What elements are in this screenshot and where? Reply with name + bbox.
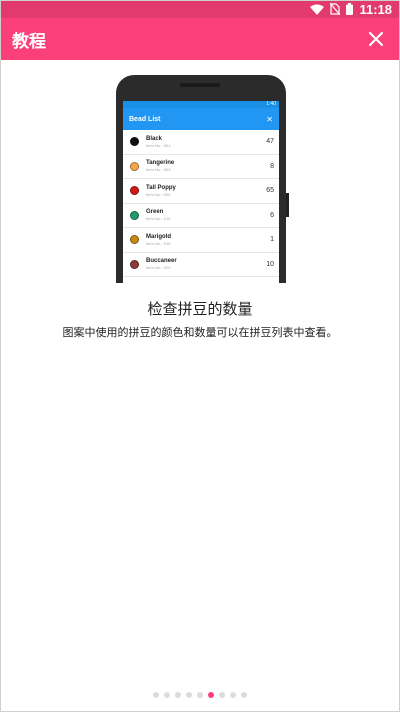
bead-row: Black Item No.: S01 47 bbox=[123, 130, 279, 155]
tutorial-subtitle: 图案中使用的拼豆的颜色和数量可以在拼豆列表中查看。 bbox=[62, 326, 338, 339]
status-time: 11:18 bbox=[359, 1, 392, 17]
bead-text: Tall Poppy Item No.: S05 bbox=[146, 184, 266, 198]
bead-color-swatch bbox=[130, 186, 139, 196]
bead-color-swatch bbox=[130, 137, 139, 147]
bead-color-swatch bbox=[130, 161, 139, 171]
bead-count: 47 bbox=[266, 138, 274, 146]
bead-item-number: Item No.: S16 bbox=[146, 216, 171, 222]
phone-mockup: 1:40 Bead List ✕ Black Item No.: S01 47 Tan… bbox=[116, 75, 289, 283]
bead-count: 10 bbox=[266, 260, 274, 268]
tutorial-heading: 检查拼豆的数量 bbox=[147, 300, 253, 318]
bead-item-number: Item No.: S05 bbox=[146, 191, 171, 197]
bead-text: Buccaneer Item No.: S20 bbox=[146, 257, 266, 271]
status-bar: 11:18 bbox=[0, 0, 400, 18]
page-indicator bbox=[0, 692, 400, 698]
phone-screen: 1:40 Bead List ✕ Black Item No.: S01 47 Tan… bbox=[123, 101, 279, 283]
bead-text: Tangerine Item No.: S03 bbox=[146, 159, 270, 173]
bead-row: Green Item No.: S16 6 bbox=[123, 204, 279, 228]
bead-text: Black Item No.: S01 bbox=[146, 135, 266, 149]
page-dot[interactable] bbox=[219, 692, 225, 698]
no-sim-icon bbox=[330, 3, 341, 15]
mockup-status-bar: 1:40 bbox=[123, 101, 279, 108]
bead-item-number: Item No.: S03 bbox=[146, 167, 171, 173]
bead-item-number: Item No.: S18 bbox=[146, 240, 171, 246]
bead-row: Tall Poppy Item No.: S05 65 bbox=[123, 179, 279, 204]
bead-color-swatch bbox=[130, 235, 139, 245]
page-title: 教程 bbox=[12, 31, 46, 52]
bead-count: 6 bbox=[270, 211, 274, 219]
wifi-icon bbox=[310, 4, 325, 15]
page-dot[interactable] bbox=[175, 692, 181, 698]
bead-list: Black Item No.: S01 47 Tangerine Item No.: S… bbox=[123, 130, 279, 277]
page-dot[interactable] bbox=[241, 692, 247, 698]
mockup-close-icon: ✕ bbox=[266, 114, 273, 124]
bead-name: Tangerine bbox=[146, 160, 175, 167]
mockup-app-bar: Bead List ✕ bbox=[123, 108, 279, 130]
bead-name: Green bbox=[146, 209, 164, 216]
bead-text: Marigold Item No.: S18 bbox=[146, 233, 270, 247]
phone-side-button bbox=[286, 193, 289, 217]
page-dot[interactable] bbox=[197, 692, 203, 698]
app-bar: 教程 bbox=[0, 18, 400, 60]
bead-item-number: Item No.: S20 bbox=[146, 265, 171, 271]
close-button[interactable] bbox=[364, 27, 388, 51]
bead-count: 8 bbox=[270, 162, 274, 170]
bead-row: Tangerine Item No.: S03 8 bbox=[123, 155, 279, 179]
mockup-title: Bead List bbox=[129, 115, 161, 123]
bead-item-number: Item No.: S01 bbox=[146, 142, 171, 148]
mockup-status-time: 1:40 bbox=[266, 101, 276, 107]
page-dot[interactable] bbox=[230, 692, 236, 698]
bead-name: Buccaneer bbox=[146, 258, 177, 265]
bead-name: Black bbox=[146, 135, 163, 142]
battery-icon bbox=[346, 3, 354, 15]
bead-name: Marigold bbox=[146, 233, 171, 240]
page-dot[interactable] bbox=[186, 692, 192, 698]
page-dot-active[interactable] bbox=[208, 692, 214, 698]
bead-name: Tall Poppy bbox=[146, 184, 176, 191]
close-icon bbox=[369, 32, 383, 46]
bead-row: Marigold Item No.: S18 1 bbox=[123, 228, 279, 253]
bead-color-swatch bbox=[130, 259, 139, 269]
phone-speaker bbox=[180, 83, 220, 87]
page-dot[interactable] bbox=[164, 692, 170, 698]
page-dot[interactable] bbox=[153, 692, 159, 698]
bead-count: 65 bbox=[266, 187, 274, 195]
bead-text: Green Item No.: S16 bbox=[146, 208, 270, 222]
bead-color-swatch bbox=[130, 210, 139, 220]
bead-row: Buccaneer Item No.: S20 10 bbox=[123, 253, 279, 277]
bead-count: 1 bbox=[270, 236, 274, 244]
